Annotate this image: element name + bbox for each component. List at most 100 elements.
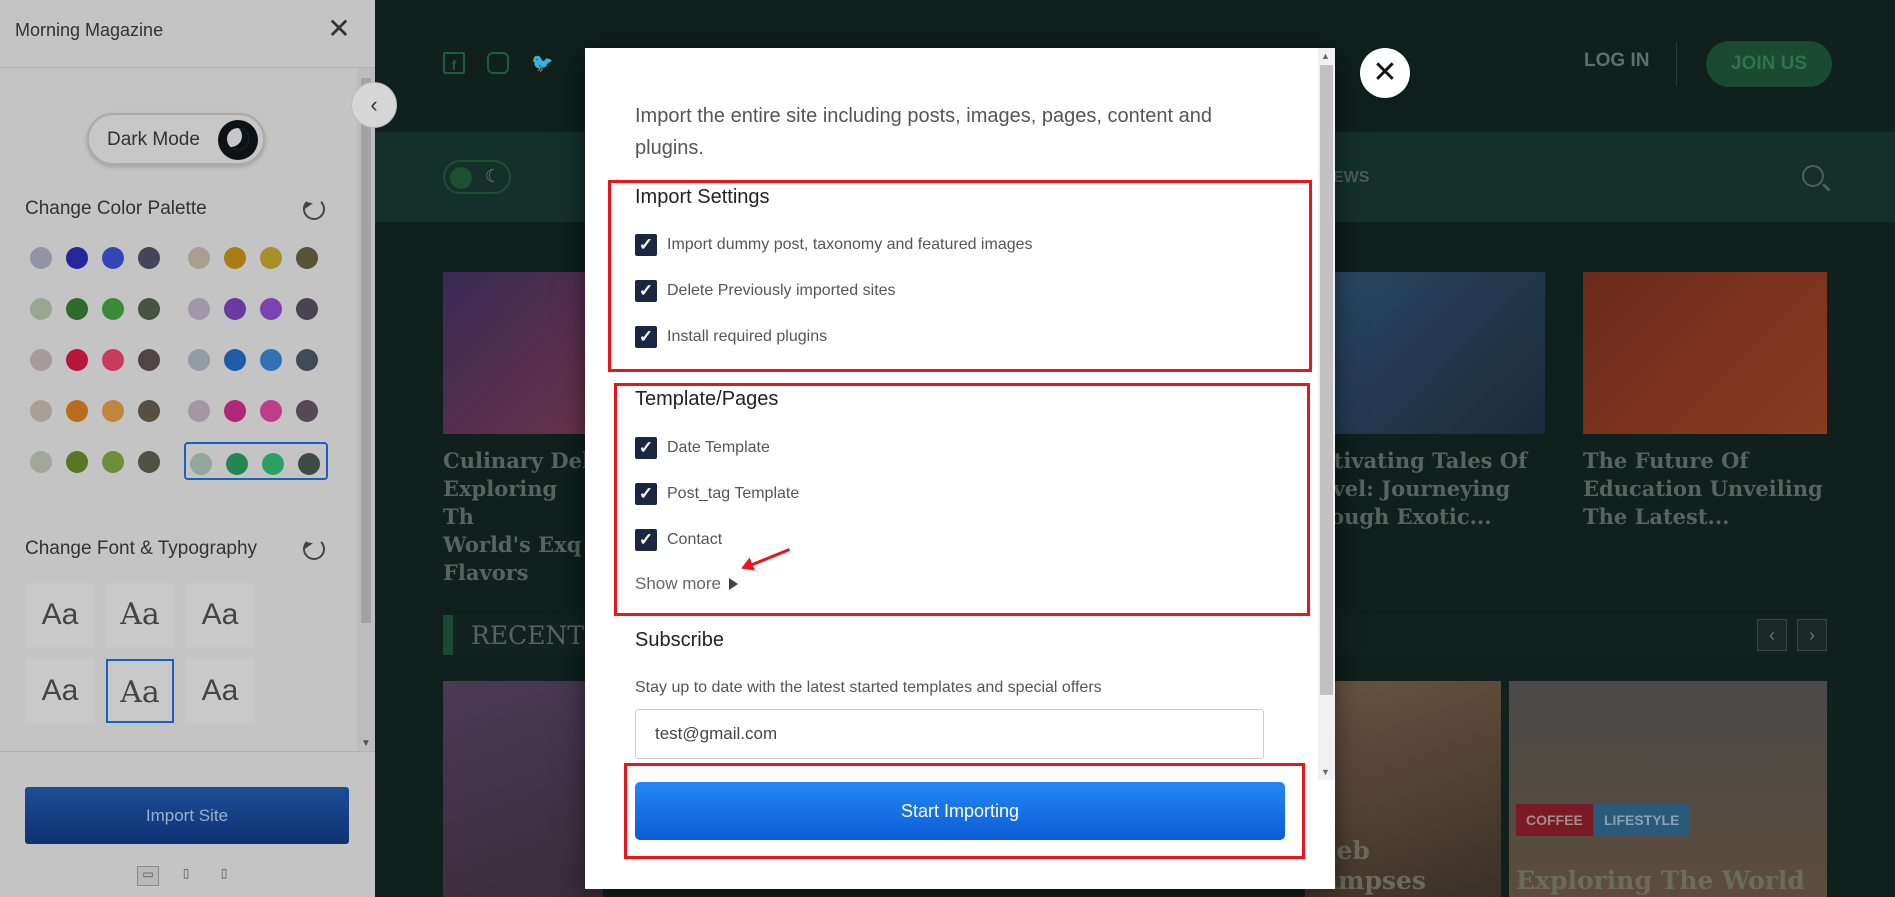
palette-option[interactable] [184, 391, 328, 429]
palette-color-swatch [224, 400, 246, 422]
palette-color-swatch [188, 247, 210, 269]
font-option[interactable]: Aa [106, 583, 174, 647]
palette-color-swatch [296, 349, 318, 371]
import-modal: Import the entire site including posts, … [585, 48, 1335, 889]
palette-option[interactable] [184, 238, 328, 276]
card-title: Culinary Del Exploring Th World's Exq Fl… [443, 448, 590, 585]
palette-option[interactable] [26, 391, 170, 429]
card-title: The Future Of Education Unveiling The La… [1583, 448, 1823, 529]
palette-color-swatch [138, 247, 160, 269]
font-option[interactable]: Aa [26, 659, 94, 723]
desktop-icon[interactable]: ▭ [137, 866, 159, 886]
option-label: Import dummy post, taxonomy and featured… [667, 236, 1033, 253]
subscribe-title: Subscribe [635, 629, 724, 651]
search-icon [1802, 165, 1824, 187]
palette-option[interactable] [184, 289, 328, 327]
font-typography-title: Change Font & Typography [25, 538, 258, 559]
dark-mode-toggle[interactable]: Dark Mode [87, 113, 265, 165]
customizer-header: Morning Magazine ✕ [0, 0, 375, 68]
palette-color-swatch [296, 298, 318, 320]
featured-title: Exploring The World [1516, 866, 1805, 895]
dark-mode-label: Dark Mode [107, 129, 200, 150]
instagram-icon [487, 52, 509, 74]
palette-color-swatch [66, 451, 88, 473]
show-more-label: Show more [635, 574, 721, 593]
checkbox-checked[interactable]: ✓ [635, 280, 657, 302]
option-label: Post_tag Template [667, 485, 800, 502]
palette-option[interactable] [26, 289, 170, 327]
option-label: Install required plugins [667, 328, 828, 345]
palette-option[interactable] [26, 238, 170, 276]
palette-color-swatch [188, 298, 210, 320]
font-reset-icon[interactable] [303, 538, 325, 560]
modal-scroll-thumb[interactable] [1320, 65, 1333, 695]
card-title: ptivating Tales Of avel: Journeying roug… [1319, 448, 1528, 529]
category-tag: LIFESTYLE [1594, 804, 1690, 836]
palette-color-swatch [224, 247, 246, 269]
palette-color-swatch [102, 400, 124, 422]
collapse-sidebar-button[interactable]: ‹ [351, 82, 397, 128]
show-more-link[interactable]: Show more [635, 574, 738, 594]
palette-color-swatch [30, 451, 52, 473]
font-option[interactable]: Aa [186, 583, 254, 647]
sidebar-scrollbar[interactable]: ▼ [357, 68, 375, 751]
palette-color-swatch [30, 349, 52, 371]
palette-option[interactable] [26, 340, 170, 378]
option-label: Contact [667, 531, 723, 548]
palette-reset-icon[interactable] [303, 198, 325, 220]
font-option[interactable]: Aa [186, 659, 254, 723]
card-image [443, 272, 603, 434]
palette-color-swatch [296, 247, 318, 269]
checkbox-checked[interactable]: ✓ [635, 437, 657, 459]
palette-option[interactable] [26, 442, 170, 480]
palette-color-swatch [30, 298, 52, 320]
palette-color-swatch [102, 349, 124, 371]
palette-color-swatch [66, 349, 88, 371]
mobile-icon[interactable]: ▯ [213, 866, 235, 886]
modal-scrollbar[interactable]: ▲ ▼ [1318, 48, 1335, 780]
checkbox-checked[interactable]: ✓ [635, 529, 657, 551]
palette-color-swatch [30, 247, 52, 269]
customizer-title: Morning Magazine [15, 20, 164, 40]
preview-mode-toggle: ☾ [443, 160, 511, 194]
option-label: Delete Previously imported sites [667, 282, 896, 299]
color-palette-title: Change Color Palette [25, 198, 207, 219]
palette-option[interactable] [184, 340, 328, 378]
palette-option-selected[interactable] [184, 442, 328, 480]
palette-color-swatch [138, 298, 160, 320]
customizer-close-icon[interactable]: ✕ [324, 14, 354, 44]
tablet-icon[interactable]: ▯ [175, 866, 197, 886]
palette-color-swatch [66, 247, 88, 269]
font-option-selected[interactable]: Aa [106, 659, 174, 723]
modal-close-icon[interactable]: ✕ [1360, 48, 1410, 98]
import-site-button[interactable]: Import Site [25, 787, 349, 844]
twitter-icon: 🐦 [531, 53, 554, 73]
palette-color-swatch [298, 453, 320, 475]
palette-color-swatch [260, 247, 282, 269]
font-option[interactable]: Aa [26, 583, 94, 647]
palette-color-swatch [102, 298, 124, 320]
palette-color-swatch [138, 400, 160, 422]
scroll-down-arrow-icon[interactable]: ▼ [1321, 767, 1330, 777]
checkbox-checked[interactable]: ✓ [635, 234, 657, 256]
palette-color-swatch [296, 400, 318, 422]
facebook-icon: f [443, 52, 465, 74]
checkbox-checked[interactable]: ✓ [635, 483, 657, 505]
scroll-up-arrow-icon[interactable]: ▲ [1321, 51, 1330, 61]
template-pages-title: Template/Pages [635, 388, 779, 410]
join-us-button: JOIN US [1706, 41, 1832, 87]
checkbox-checked[interactable]: ✓ [635, 326, 657, 348]
customizer-panel: Morning Magazine ✕ Dark Mode Change Colo… [0, 0, 375, 897]
start-importing-button[interactable]: Start Importing [635, 782, 1285, 840]
sidebar-scroll-thumb[interactable] [361, 78, 371, 623]
palette-color-swatch [66, 298, 88, 320]
palette-color-swatch [260, 349, 282, 371]
moon-icon [218, 120, 258, 160]
email-field[interactable] [635, 709, 1264, 759]
palette-color-swatch [262, 453, 284, 475]
modal-intro: Import the entire site including posts, … [635, 105, 1213, 159]
palette-color-swatch [188, 349, 210, 371]
login-link: LOG IN [1584, 50, 1650, 71]
recent-label: RECENT [471, 621, 585, 650]
scroll-down-arrow-icon[interactable]: ▼ [361, 738, 371, 749]
